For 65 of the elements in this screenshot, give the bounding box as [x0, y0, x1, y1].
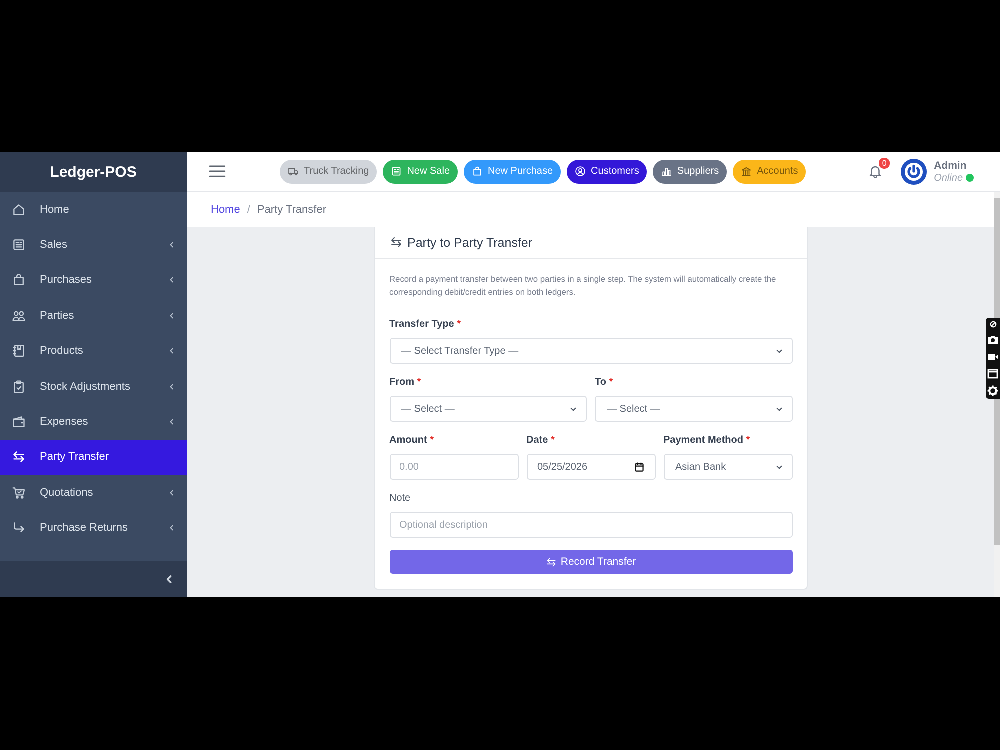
bag-icon — [12, 273, 26, 288]
brand-title: Ledger-POS — [50, 164, 137, 180]
sidebar-item[interactable]: Products — [0, 334, 187, 369]
breadcrumb-separator: / — [247, 204, 250, 216]
wallet-icon — [12, 415, 26, 430]
building-icon — [661, 166, 672, 177]
truck-icon — [288, 166, 299, 177]
camera-icon[interactable] — [987, 334, 999, 346]
sidebar-item[interactable]: Home — [0, 192, 187, 228]
power-avatar-icon[interactable] — [901, 158, 928, 184]
text-field[interactable]: Optional description — [390, 512, 792, 538]
form-description: Record a payment transfer between two parties in a single step. The system will automatically create the corresponding debit/credit entries on both ledgers. — [390, 273, 778, 299]
sidebar-item[interactable]: Party Transfer — [0, 440, 187, 476]
quick-action-button[interactable]: Customers — [567, 160, 648, 184]
calendar-icon[interactable] — [634, 462, 644, 472]
window-icon[interactable] — [987, 368, 999, 380]
field-label: Amount * — [390, 434, 435, 448]
breadcrumb-current: Party Transfer — [257, 204, 326, 216]
house-icon — [12, 202, 26, 217]
people-icon — [12, 308, 26, 323]
breadcrumb-link[interactable]: Home — [211, 204, 240, 216]
quick-action-button[interactable]: Suppliers — [653, 160, 728, 184]
video-camera-icon[interactable] — [987, 351, 999, 363]
swap-arrows-icon — [390, 236, 402, 249]
bag-icon — [472, 166, 484, 177]
swap-arrows-icon — [12, 450, 26, 464]
card-title: Party to Party Transfer — [408, 236, 533, 250]
notification-badge: 0 — [878, 157, 892, 170]
bell-icon[interactable] — [868, 164, 884, 179]
return-arrow-icon — [12, 521, 26, 536]
menu-icon[interactable] — [209, 165, 226, 178]
field-label: Payment Method * — [664, 434, 752, 448]
select-field[interactable]: — Select Transfer Type — — [390, 338, 792, 364]
field-label: Date * — [526, 434, 556, 448]
settings-icon[interactable] — [987, 385, 999, 397]
swap-arrows-icon — [546, 556, 557, 568]
select-field[interactable]: — Select — — [390, 396, 587, 422]
bank-icon — [741, 166, 752, 177]
receipt-icon — [12, 238, 26, 252]
text-field[interactable]: 0.00 — [390, 454, 518, 480]
notebook-icon — [12, 344, 26, 358]
field-label: From * — [390, 376, 422, 390]
sidebar-item[interactable]: Stock Adjustments — [0, 368, 187, 404]
field-label: Note — [390, 492, 412, 506]
quick-action-button[interactable]: Accounts — [733, 160, 806, 184]
select-field[interactable]: — Select — — [595, 396, 792, 422]
slashed-circle-icon[interactable] — [988, 320, 998, 329]
sidebar-item[interactable]: Parties — [0, 298, 187, 334]
clipboard-check-icon — [12, 380, 26, 394]
cart-icon — [12, 486, 26, 500]
sidebar-item[interactable]: Quotations — [0, 475, 187, 511]
field-label: Transfer Type * — [390, 318, 462, 332]
field-label: To * — [595, 376, 614, 390]
user-status: Online — [934, 172, 963, 184]
receipt-icon — [391, 166, 402, 177]
select-field[interactable]: Asian Bank — [664, 454, 792, 480]
sidebar-item[interactable]: Purchase Returns — [0, 510, 187, 546]
sidebar-item[interactable]: Purchases — [0, 262, 187, 298]
user-circle-icon — [575, 166, 586, 177]
sidebar-item[interactable]: Sales — [0, 227, 187, 263]
user-name: Admin — [934, 160, 968, 172]
sidebar-item[interactable]: Expenses — [0, 404, 187, 440]
quick-action-button[interactable]: Truck Tracking — [280, 160, 378, 184]
record-transfer-button[interactable]: Record Transfer — [390, 550, 792, 574]
date-field[interactable]: 05/25/2026 — [526, 454, 656, 480]
